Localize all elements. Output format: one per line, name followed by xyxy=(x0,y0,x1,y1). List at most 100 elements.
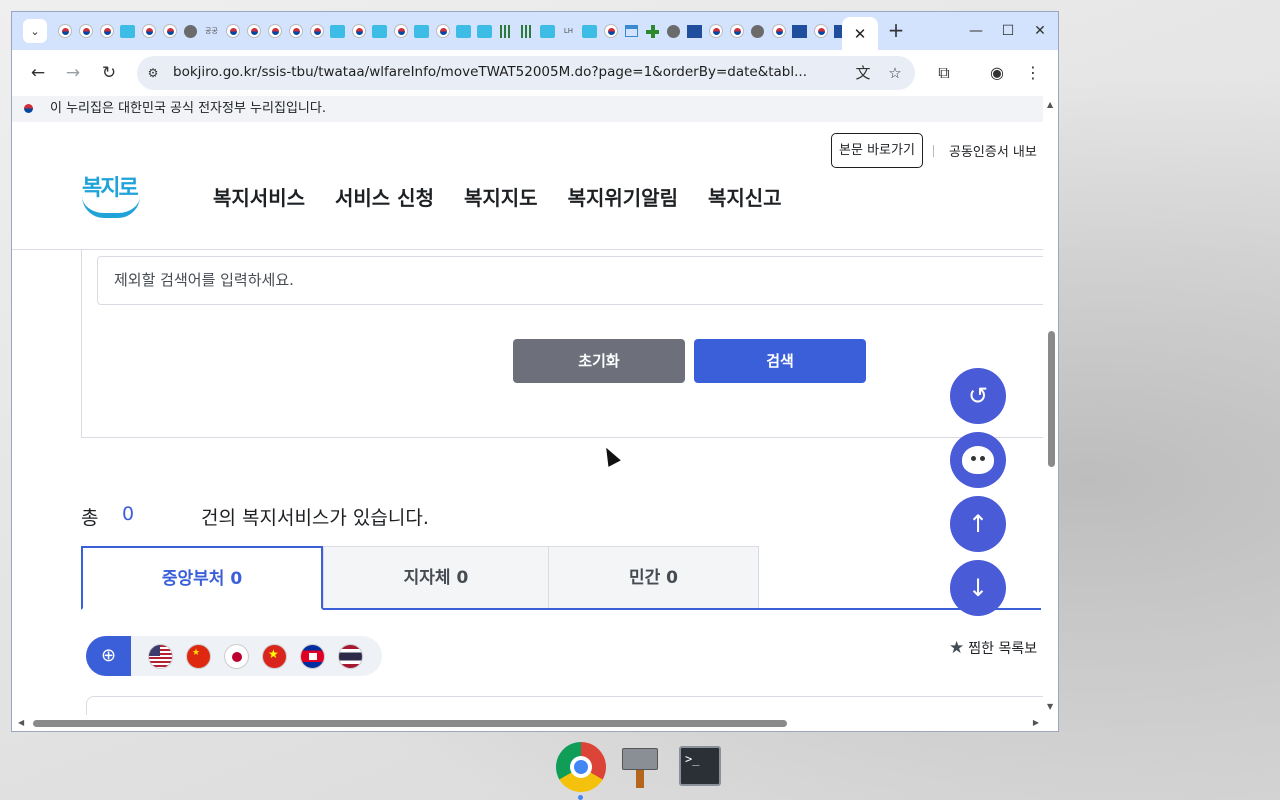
active-tab[interactable]: ✕ xyxy=(842,17,878,50)
plus-favicon-icon xyxy=(646,24,659,38)
tab-favicon[interactable] xyxy=(432,20,453,42)
tab-favicon[interactable] xyxy=(642,20,663,42)
tab-central-ministry[interactable]: 중앙부처 0 xyxy=(81,546,323,610)
bookmark-star-icon[interactable]: ☆ xyxy=(885,63,905,83)
new-tab-button[interactable]: + xyxy=(884,19,908,43)
favorites-link[interactable]: ★ 찜한 목록보 xyxy=(949,638,1037,658)
tab-favicon[interactable] xyxy=(348,20,369,42)
flag-favicon-icon xyxy=(309,24,324,38)
skip-to-content-button[interactable]: 본문 바로가기 xyxy=(831,133,923,168)
minimize-button[interactable]: — xyxy=(961,18,991,44)
tab-favicon[interactable] xyxy=(516,20,537,42)
tab-favicon[interactable] xyxy=(663,20,684,42)
address-bar[interactable]: ⚙ bokjiro.go.kr/ssis-tbu/twataa/wlfareIn… xyxy=(137,56,915,90)
nav-welfare-services[interactable]: 복지서비스 xyxy=(213,182,305,211)
tab-private[interactable]: 민간 0 xyxy=(548,546,759,608)
horizontal-scrollbar[interactable]: ◀ ▶ xyxy=(12,715,1043,731)
chrome-taskbar-icon[interactable] xyxy=(556,742,606,792)
tab-favicon[interactable] xyxy=(621,20,642,42)
cert-export-link[interactable]: 공동인증서 내보 xyxy=(949,141,1037,160)
reset-button[interactable]: 초기화 xyxy=(513,339,685,383)
flag-favicon-icon xyxy=(729,24,744,38)
tab-favicon[interactable] xyxy=(180,20,201,42)
tab-favicon[interactable] xyxy=(474,20,495,42)
url-text[interactable]: bokjiro.go.kr/ssis-tbu/twataa/wlfareInfo… xyxy=(173,64,845,80)
translate-icon[interactable]: 文 xyxy=(853,63,873,83)
reload-icon[interactable]: ↻ xyxy=(96,60,122,86)
page-viewport: 이 누리집은 대한민국 공식 전자정부 누리집입니다. 본문 바로가기 공동인증… xyxy=(12,96,1043,715)
nav-welfare-map[interactable]: 복지지도 xyxy=(464,182,538,211)
vertical-scrollbar[interactable]: ▲ ▼ xyxy=(1043,96,1058,715)
search-button[interactable]: 검색 xyxy=(694,339,866,383)
cambodia-flag-icon[interactable] xyxy=(300,644,325,669)
tab-favicon[interactable] xyxy=(369,20,390,42)
scroll-down-arrow-icon[interactable]: ▼ xyxy=(1047,702,1053,711)
tab-favicon[interactable] xyxy=(138,20,159,42)
robot-face xyxy=(962,446,994,474)
tab-favicon[interactable] xyxy=(243,20,264,42)
terminal-taskbar-icon[interactable]: >_ xyxy=(679,746,721,786)
tab-favicon[interactable] xyxy=(327,20,348,42)
horizontal-scroll-thumb[interactable] xyxy=(33,720,787,727)
tab-favicon[interactable] xyxy=(96,20,117,42)
japan-flag-icon[interactable] xyxy=(224,644,249,669)
tab-favicon[interactable] xyxy=(285,20,306,42)
scroll-top-arrow-icon[interactable]: ↑ xyxy=(950,496,1006,552)
exclude-keyword-input[interactable]: 제외할 검색어를 입력하세요. xyxy=(97,256,1043,305)
tab-favicon[interactable] xyxy=(537,20,558,42)
tab-favicon[interactable]: LH xyxy=(558,20,579,42)
vietnam-flag-icon[interactable] xyxy=(262,644,287,669)
tab-favicon[interactable] xyxy=(117,20,138,42)
tab-favicon[interactable] xyxy=(726,20,747,42)
scroll-up-arrow-icon[interactable]: ▲ xyxy=(1047,100,1053,109)
tab-favicon[interactable] xyxy=(159,20,180,42)
extensions-icon[interactable]: ⧉ xyxy=(931,60,957,86)
tab-favicon[interactable] xyxy=(495,20,516,42)
flag-favicon-icon xyxy=(603,24,618,38)
bok-favicon-icon xyxy=(120,24,135,38)
tab-favicon[interactable] xyxy=(222,20,243,42)
tab-favicon[interactable]: 공공 xyxy=(201,20,222,42)
tab-favicon[interactable] xyxy=(264,20,285,42)
tab-favicon[interactable] xyxy=(768,20,789,42)
tab-favicon[interactable] xyxy=(600,20,621,42)
nav-service-apply[interactable]: 서비스 신청 xyxy=(335,182,434,211)
site-info-icon[interactable]: ⚙ xyxy=(145,65,161,81)
globe-icon[interactable]: ⊕ xyxy=(86,636,131,676)
close-window-button[interactable]: ✕ xyxy=(1025,18,1055,44)
us-flag-icon[interactable] xyxy=(148,644,173,669)
recent-history-icon[interactable]: ↺ xyxy=(950,368,1006,424)
back-arrow-icon[interactable]: ← xyxy=(25,60,51,86)
tab-favicon[interactable] xyxy=(810,20,831,42)
tab-favicon[interactable] xyxy=(411,20,432,42)
tab-favicon[interactable] xyxy=(684,20,705,42)
scroll-right-arrow-icon[interactable]: ▶ xyxy=(1033,718,1039,727)
thailand-flag-icon[interactable] xyxy=(338,644,363,669)
tab-favicon[interactable] xyxy=(747,20,768,42)
maximize-button[interactable]: ☐ xyxy=(993,18,1023,44)
scroll-bottom-arrow-icon[interactable]: ↓ xyxy=(950,560,1006,616)
bokjiro-logo[interactable]: 복지로 xyxy=(80,170,144,224)
tab-favicon[interactable] xyxy=(453,20,474,42)
close-tab-icon[interactable]: ✕ xyxy=(854,25,867,43)
tab-favicon[interactable] xyxy=(705,20,726,42)
nav-welfare-crisis-alert[interactable]: 복지위기알림 xyxy=(568,182,678,211)
nav-welfare-report[interactable]: 복지신고 xyxy=(708,182,782,211)
tab-favicon[interactable] xyxy=(789,20,810,42)
tab-search-button[interactable]: ⌄ xyxy=(23,19,47,43)
profile-icon[interactable]: ◉ xyxy=(984,60,1010,86)
tab-favicon[interactable] xyxy=(54,20,75,42)
scroll-left-arrow-icon[interactable]: ◀ xyxy=(18,718,24,727)
tab-favicon[interactable] xyxy=(390,20,411,42)
forward-arrow-icon[interactable]: → xyxy=(60,60,86,86)
vertical-scroll-thumb[interactable] xyxy=(1048,331,1055,467)
tab-favicon[interactable] xyxy=(306,20,327,42)
menu-kebab-icon[interactable]: ⋮ xyxy=(1020,60,1046,86)
chatbot-robot-icon[interactable] xyxy=(950,432,1006,488)
tab-local-government[interactable]: 지자체 0 xyxy=(323,546,549,608)
flag-favicon-icon xyxy=(813,24,828,38)
tab-favicon[interactable] xyxy=(75,20,96,42)
tab-favicon[interactable] xyxy=(579,20,600,42)
file-manager-taskbar-icon[interactable] xyxy=(620,746,660,788)
china-flag-icon[interactable] xyxy=(186,644,211,669)
